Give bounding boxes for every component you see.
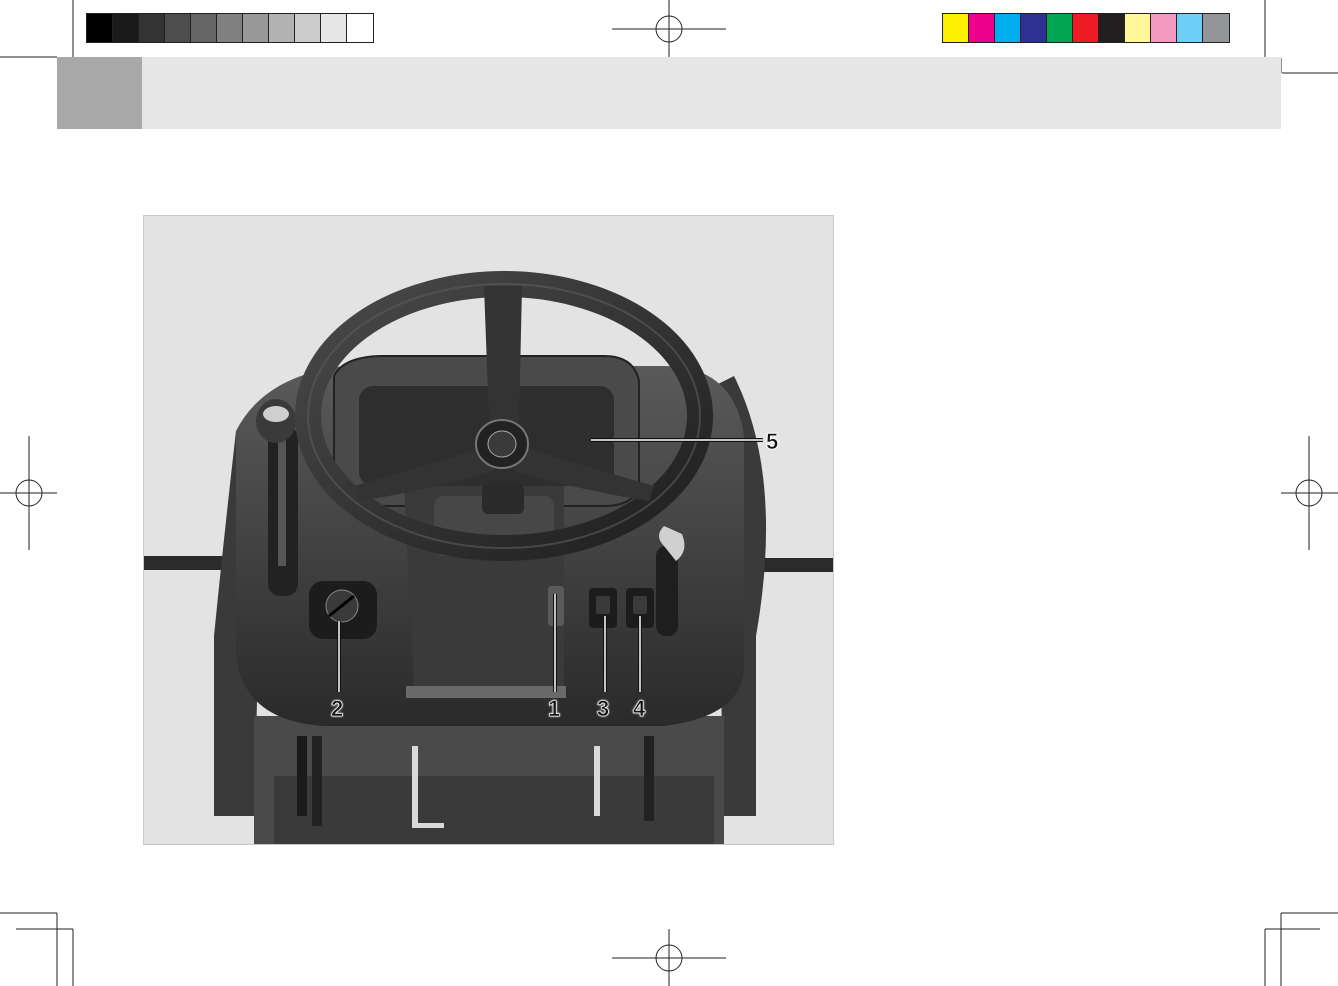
process-swatch [1177, 14, 1203, 42]
grayscale-swatch [295, 14, 321, 42]
process-swatch [1073, 14, 1099, 42]
grayscale-swatch [87, 14, 113, 42]
grayscale-color-bar [86, 13, 374, 43]
process-swatch [969, 14, 995, 42]
grayscale-swatch [347, 14, 373, 42]
chapter-tab [57, 57, 142, 129]
grayscale-swatch [321, 14, 347, 42]
process-swatch [1047, 14, 1073, 42]
dashboard-figure: 2 1 3 4 5 [143, 215, 834, 845]
grayscale-swatch [113, 14, 139, 42]
tractor-dashboard-illustration [144, 271, 833, 844]
header-band [57, 57, 1281, 129]
process-swatch [943, 14, 969, 42]
grayscale-swatch [191, 14, 217, 42]
callout-label-1: 1 [548, 696, 561, 721]
grayscale-swatch [243, 14, 269, 42]
callout-label-2: 2 [331, 696, 344, 721]
process-swatch [1125, 14, 1151, 42]
process-swatch [1151, 14, 1177, 42]
process-swatch [1203, 14, 1229, 42]
callout-label-3: 3 [597, 696, 610, 721]
grayscale-swatch [269, 14, 295, 42]
callout-label-5: 5 [766, 429, 779, 454]
grayscale-swatch [139, 14, 165, 42]
gear-lever-icon [278, 436, 286, 566]
grayscale-swatch [165, 14, 191, 42]
callout-label-4: 4 [633, 696, 646, 721]
process-color-bar [942, 13, 1230, 43]
process-swatch [1099, 14, 1125, 42]
process-swatch [995, 14, 1021, 42]
process-swatch [1021, 14, 1047, 42]
grayscale-swatch [217, 14, 243, 42]
